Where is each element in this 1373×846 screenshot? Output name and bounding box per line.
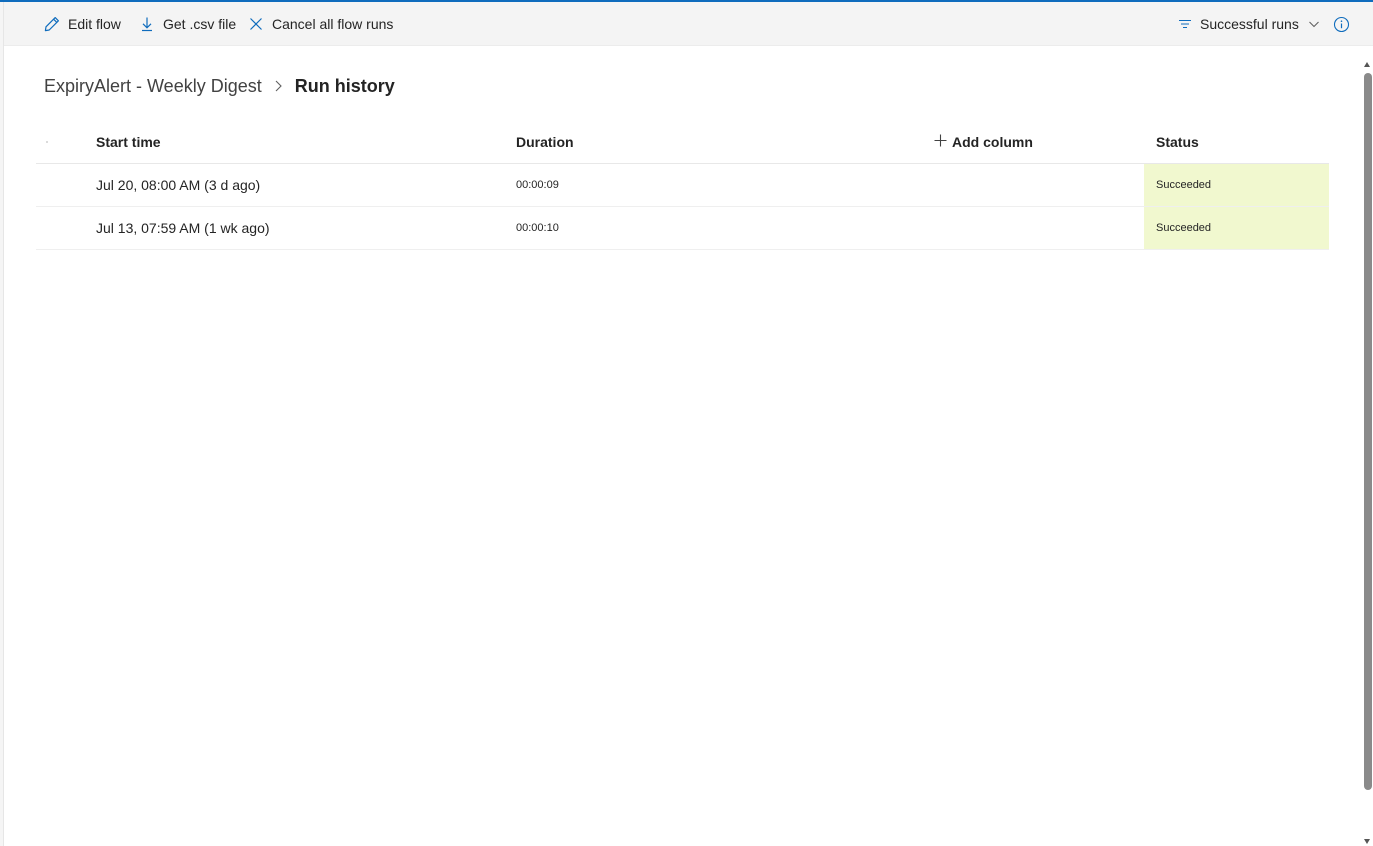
status-cell: Succeeded — [1144, 164, 1329, 206]
get-csv-label: Get .csv file — [163, 16, 237, 32]
breadcrumb-chevron-icon — [273, 79, 283, 93]
breadcrumb-flow-link[interactable]: ExpiryAlert - Weekly Digest — [44, 76, 262, 97]
duration-cell: 00:00:09 — [516, 179, 559, 191]
run-filter-label: Successful runs — [1200, 16, 1299, 32]
info-icon — [1333, 16, 1350, 33]
download-icon — [138, 15, 156, 33]
add-column-button[interactable]: Add column — [934, 120, 1033, 163]
edit-flow-button[interactable]: Edit flow — [43, 2, 121, 46]
run-filter-dropdown[interactable]: Successful runs — [1178, 2, 1321, 46]
filter-icon — [1178, 17, 1192, 31]
add-icon — [934, 134, 947, 150]
status-cell: Succeeded — [1144, 207, 1329, 249]
column-header-start-time[interactable]: Start time — [96, 120, 161, 163]
edit-flow-label: Edit flow — [68, 16, 121, 32]
edit-icon — [43, 15, 61, 33]
add-column-label: Add column — [952, 133, 1033, 150]
chevron-down-icon — [1307, 17, 1321, 31]
command-bar: Edit flow Get .csv file Cancel all flow … — [4, 2, 1373, 46]
table-row[interactable]: Jul 20, 08:00 AM (3 d ago) 00:00:09 Succ… — [36, 164, 1329, 207]
cancel-all-runs-button[interactable]: Cancel all flow runs — [247, 2, 393, 46]
run-history-table: Start time Duration Add column Status Ju… — [36, 120, 1329, 250]
cancel-all-runs-label: Cancel all flow runs — [272, 16, 394, 32]
column-header-duration[interactable]: Duration — [516, 120, 574, 163]
page-title: Run history — [294, 75, 395, 96]
info-button[interactable] — [1333, 2, 1350, 46]
duration-cell: 00:00:10 — [516, 222, 559, 234]
get-csv-button[interactable]: Get .csv file — [138, 2, 236, 46]
select-all-checkbox[interactable] — [46, 120, 54, 163]
vertical-scrollbar[interactable] — [1362, 58, 1373, 846]
cancel-icon — [247, 15, 265, 33]
table-header: Start time Duration Add column Status — [36, 120, 1329, 164]
start-time-cell[interactable]: Jul 13, 07:59 AM (1 wk ago) — [96, 207, 270, 249]
scroll-down-arrow-icon[interactable] — [1364, 839, 1370, 844]
breadcrumb: ExpiryAlert - Weekly Digest Run history — [44, 74, 395, 98]
scrollbar-thumb[interactable] — [1364, 73, 1372, 790]
scroll-up-arrow-icon[interactable] — [1364, 62, 1370, 67]
left-panel-edge — [0, 2, 4, 846]
column-header-status[interactable]: Status — [1156, 120, 1199, 163]
table-row[interactable]: Jul 13, 07:59 AM (1 wk ago) 00:00:10 Suc… — [36, 207, 1329, 250]
start-time-cell[interactable]: Jul 20, 08:00 AM (3 d ago) — [96, 164, 260, 206]
